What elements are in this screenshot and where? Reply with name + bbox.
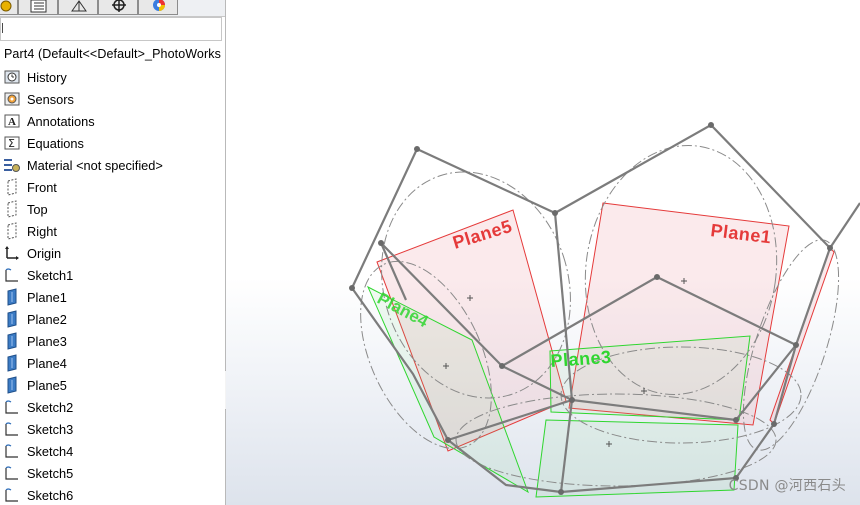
- sketch-icon: [3, 486, 21, 504]
- part-title[interactable]: Part4 (Default<<Default>_PhotoWorks: [4, 47, 221, 61]
- plane-outline-icon: [3, 178, 21, 196]
- plane-outline-icon: [3, 200, 21, 218]
- tree-item[interactable]: Σ Equations: [3, 133, 84, 153]
- tree-item-label: Sketch1: [27, 267, 74, 283]
- tree-filter-input[interactable]: [0, 17, 222, 41]
- tree-item-label: Sketch4: [27, 443, 74, 459]
- tree-item-label: Sketch6: [27, 487, 74, 503]
- sketch-icon: [3, 420, 21, 438]
- tree-item[interactable]: Sketch3: [3, 419, 73, 439]
- tree-item[interactable]: Sketch1: [3, 265, 73, 285]
- tree-item-label: Sketch3: [27, 421, 74, 437]
- tree-item[interactable]: Front: [3, 177, 57, 197]
- tree-item-label: Sketch5: [27, 465, 74, 481]
- tree-item[interactable]: A Annotations: [3, 111, 95, 131]
- tree-item[interactable]: Sketch2: [3, 397, 73, 417]
- sketch-icon: [3, 398, 21, 416]
- tree-item[interactable]: Origin: [3, 243, 61, 263]
- sketch-icon: [3, 464, 21, 482]
- tab-display-manager[interactable]: [138, 0, 178, 15]
- plane-icon: [3, 288, 21, 306]
- tree-item-label: Plane1: [27, 289, 67, 305]
- feature-manager-panel: Part4 (Default<<Default>_PhotoWorks Hist…: [0, 0, 226, 505]
- tree-item[interactable]: Sketch6: [3, 485, 73, 505]
- tree-item[interactable]: Material <not specified>: [3, 155, 163, 175]
- tree-item-label: Material <not specified>: [27, 157, 163, 173]
- svg-text:A: A: [8, 116, 16, 128]
- tree-item[interactable]: Sketch5: [3, 463, 73, 483]
- tree-item-label: Sensors: [27, 91, 74, 107]
- tree-item[interactable]: Sketch4: [3, 441, 73, 461]
- tab-property-manager[interactable]: [18, 0, 58, 15]
- material-icon: [3, 156, 21, 174]
- tree-item-label: Annotations: [27, 113, 95, 129]
- appearance-icon: [153, 0, 165, 11]
- plane-outline-icon: [3, 222, 21, 240]
- equations-icon: Σ: [3, 134, 21, 152]
- tree-item[interactable]: Plane3: [3, 331, 67, 351]
- tree-item-label: Sketch2: [27, 399, 74, 415]
- configuration-manager-icon: [71, 0, 87, 12]
- tree-item-label: Plane4: [27, 355, 67, 371]
- tree-item-label: Top: [27, 201, 48, 217]
- tab-configuration-manager[interactable]: [58, 0, 98, 15]
- tree-item-label: Equations: [27, 135, 84, 151]
- plane3-label[interactable]: Plane3: [550, 347, 612, 371]
- tree-item[interactable]: Plane1: [3, 287, 67, 307]
- tree-item-label: Front: [27, 179, 57, 195]
- plane-icon: [3, 332, 21, 350]
- tab-feature-manager[interactable]: [0, 0, 18, 15]
- plane-icon: [3, 354, 21, 372]
- tree-item[interactable]: Right: [3, 221, 57, 241]
- svg-text:Σ: Σ: [8, 137, 15, 150]
- watermark: CSDN @河西石头: [728, 478, 846, 494]
- property-manager-icon: [30, 0, 47, 13]
- graphics-viewport[interactable]: Plane5 Plane1 Plane3 Plane4 CSDN @河西石头: [226, 0, 860, 505]
- panel-tab-bar: [0, 0, 225, 17]
- tree-item-label: Plane2: [27, 311, 67, 327]
- tree-item[interactable]: Top: [3, 199, 48, 219]
- tree-item-label: History: [27, 69, 67, 85]
- sensors-icon: [3, 90, 21, 108]
- sketch-icon: [3, 442, 21, 460]
- history-icon: [3, 68, 21, 86]
- tree-item[interactable]: Sensors: [3, 89, 74, 109]
- tree-item-label: Right: [27, 223, 57, 239]
- tree-item-label: Plane5: [27, 377, 67, 393]
- sketch-icon: [3, 266, 21, 284]
- tree-item-label: Origin: [27, 245, 62, 261]
- tree-item[interactable]: Plane2: [3, 309, 67, 329]
- tree-item[interactable]: Plane5: [3, 375, 67, 395]
- tree-item[interactable]: Plane4: [3, 353, 67, 373]
- crosshair-icon: [112, 0, 126, 12]
- origin-icon: [3, 244, 21, 262]
- annotations-icon: A: [3, 112, 21, 130]
- plane-icon: [3, 310, 21, 328]
- tree-item-label: Plane3: [27, 333, 67, 349]
- tree-item[interactable]: History: [3, 67, 67, 87]
- tab-dimxpert-manager[interactable]: [98, 0, 138, 15]
- feature-manager-icon: [0, 0, 12, 12]
- plane-icon: [3, 376, 21, 394]
